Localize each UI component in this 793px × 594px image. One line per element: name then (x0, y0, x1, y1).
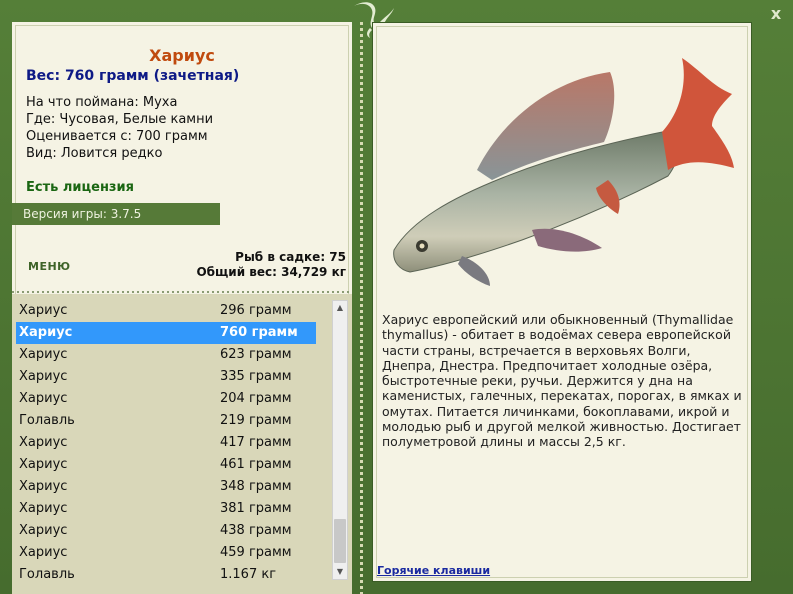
total-weight: Общий вес: 34,729 кг (196, 265, 346, 279)
fish-name: Хариус (19, 369, 68, 384)
menu-button[interactable]: МЕНЮ (28, 260, 71, 273)
fish-weight-value: 417 грамм (220, 435, 292, 450)
fish-weight-value: 296 грамм (220, 303, 292, 318)
fish-list-item[interactable]: Хариус 623 грамм (16, 344, 316, 366)
scroll-thumb[interactable] (334, 519, 346, 563)
fish-list-item[interactable]: Голавль 1.167 кг (16, 564, 316, 586)
catch-kind: Вид: Ловится редко (26, 146, 163, 161)
fish-description: Хариус европейский или обыкновенный (Thy… (382, 312, 742, 450)
fish-weight-value: 381 грамм (220, 501, 292, 516)
fish-name: Хариус (19, 347, 68, 362)
fish-weight: Вес: 760 грамм (зачетная) (26, 68, 240, 84)
fish-name: Хариус (19, 457, 68, 472)
fish-weight-value: 438 грамм (220, 523, 292, 538)
fish-name: Хариус (19, 479, 68, 494)
fish-weight-value: 461 грамм (220, 457, 292, 472)
fish-list-item[interactable]: Хариус 381 грамм (16, 498, 316, 520)
fish-name: Хариус (19, 303, 68, 318)
license-status: Есть лицензия (26, 180, 134, 195)
catch-info: На что поймана: Муха Где: Чусовая, Белые… (26, 94, 213, 162)
fish-list-item[interactable]: Хариус 348 грамм (16, 476, 316, 498)
fish-count: Рыб в садке: 75 (235, 250, 346, 264)
fish-weight-value: 335 грамм (220, 369, 292, 384)
fish-name: Голавль (19, 567, 75, 582)
fish-name: Хариус (19, 501, 68, 516)
grayling-fish-image (393, 58, 734, 286)
panel-separator (360, 22, 363, 594)
fish-name: Хариус (19, 391, 68, 406)
fish-weight-value: 219 грамм (220, 413, 292, 428)
fish-list-item[interactable]: Голавль 219 грамм (16, 410, 316, 432)
fish-weight-value: 459 грамм (220, 545, 292, 560)
fish-title: Хариус (149, 46, 215, 65)
fish-list-item[interactable]: Хариус 438 грамм (16, 520, 316, 542)
fish-list-item[interactable]: Хариус 461 грамм (16, 454, 316, 476)
fish-weight-value: 623 грамм (220, 347, 292, 362)
fish-name: Хариус (19, 435, 68, 450)
hotkeys-link[interactable]: Горячие клавиши (377, 564, 490, 577)
dotted-divider (12, 291, 352, 293)
catch-bait: На что поймана: Муха (26, 95, 178, 110)
fish-list-item[interactable]: Хариус 296 грамм (16, 300, 316, 322)
fish-weight-value: 1.167 кг (220, 567, 277, 582)
catch-valued: Оценивается с: 700 грамм (26, 129, 208, 144)
fish-list-item[interactable]: Хариус 417 грамм (16, 432, 316, 454)
fish-list[interactable]: Хариус 296 грамм Хариус 760 грамм Хариус 623 … (12, 294, 352, 594)
totals: Рыб в садке: 75 Общий вес: 34,729 кг (196, 250, 346, 280)
scroll-down-icon[interactable]: ▼ (333, 565, 347, 579)
fish-list-item[interactable]: Хариус 760 грамм (16, 322, 316, 344)
scroll-up-icon[interactable]: ▲ (333, 301, 347, 315)
catch-place: Где: Чусовая, Белые камни (26, 112, 214, 127)
fish-weight-value: 348 грамм (220, 479, 292, 494)
fish-name: Хариус (19, 545, 68, 560)
list-scrollbar[interactable]: ▲ ▼ (332, 300, 348, 580)
close-button[interactable]: x (766, 4, 786, 24)
fish-name: Хариус (19, 325, 73, 340)
fish-list-item[interactable]: Хариус 204 грамм (16, 388, 316, 410)
fish-name: Хариус (19, 523, 68, 538)
fish-weight-value: 204 грамм (220, 391, 292, 406)
fish-weight-value: 760 грамм (220, 325, 298, 340)
catch-details-panel: Хариус Вес: 760 грамм (зачетная) На что … (12, 22, 352, 594)
fish-list-item[interactable]: Хариус 459 грамм (16, 542, 316, 564)
fish-list-item[interactable]: Хариус 335 грамм (16, 366, 316, 388)
version-bar: Версия игры: 3.7.5 (12, 203, 220, 225)
fish-name: Голавль (19, 413, 75, 428)
